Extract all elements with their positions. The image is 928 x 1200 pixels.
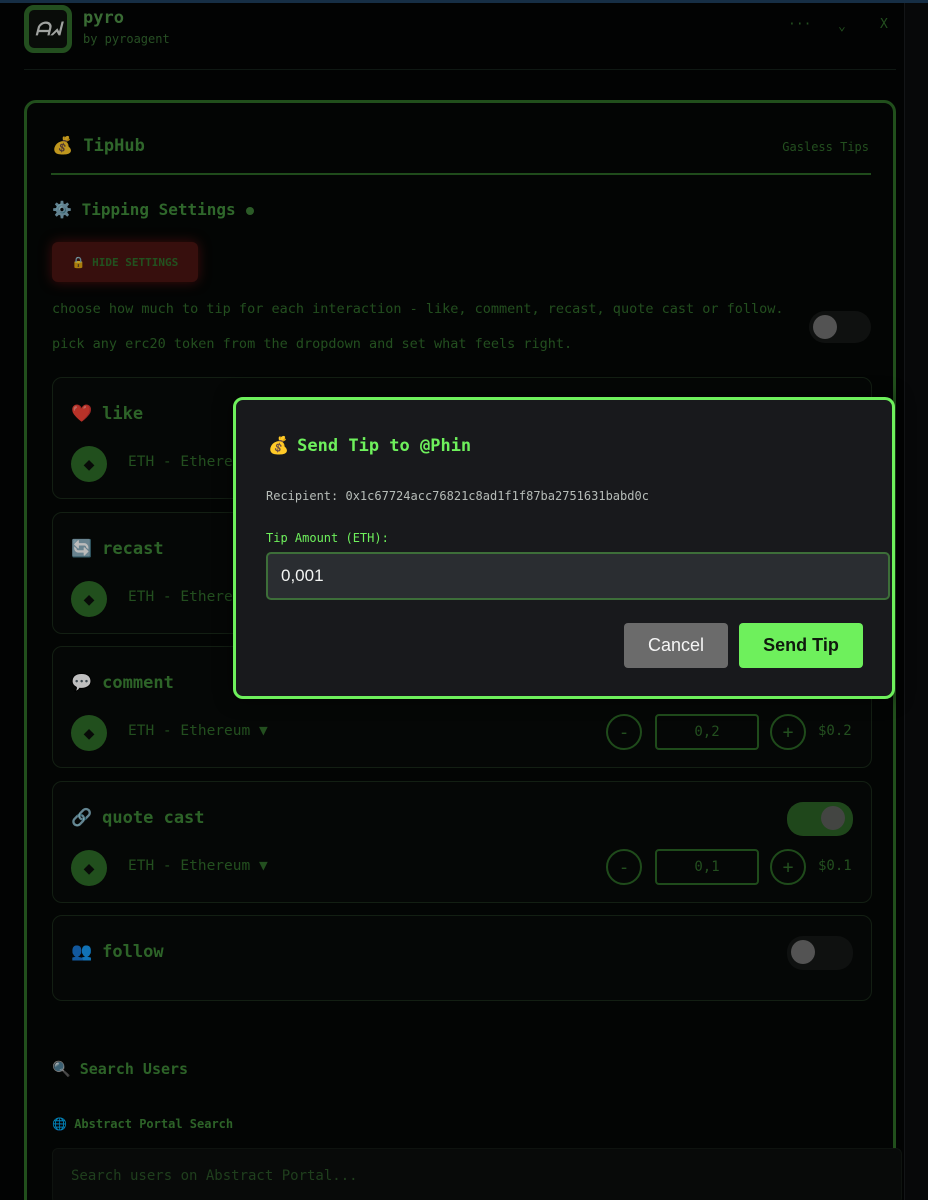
tip-amount-input[interactable]	[266, 552, 890, 600]
tip-amount-label: Tip Amount (ETH):	[266, 531, 389, 545]
recipient-line: Recipient: 0x1c67724acc76821c8ad1f1f87ba…	[266, 489, 649, 503]
recipient-label: Recipient:	[266, 489, 339, 503]
send-tip-modal: 💰 Send Tip to @Phin Recipient: 0x1c67724a…	[233, 397, 895, 699]
recipient-address: 0x1c67724acc76821c8ad1f1f87ba2751631babd…	[345, 489, 649, 503]
send-tip-button[interactable]: Send Tip	[739, 623, 863, 668]
modal-title-text: Send Tip to @Phin	[297, 436, 472, 456]
cancel-button[interactable]: Cancel	[624, 623, 728, 668]
money-bag-icon: 💰	[268, 436, 290, 456]
modal-title: 💰 Send Tip to @Phin	[268, 436, 471, 456]
